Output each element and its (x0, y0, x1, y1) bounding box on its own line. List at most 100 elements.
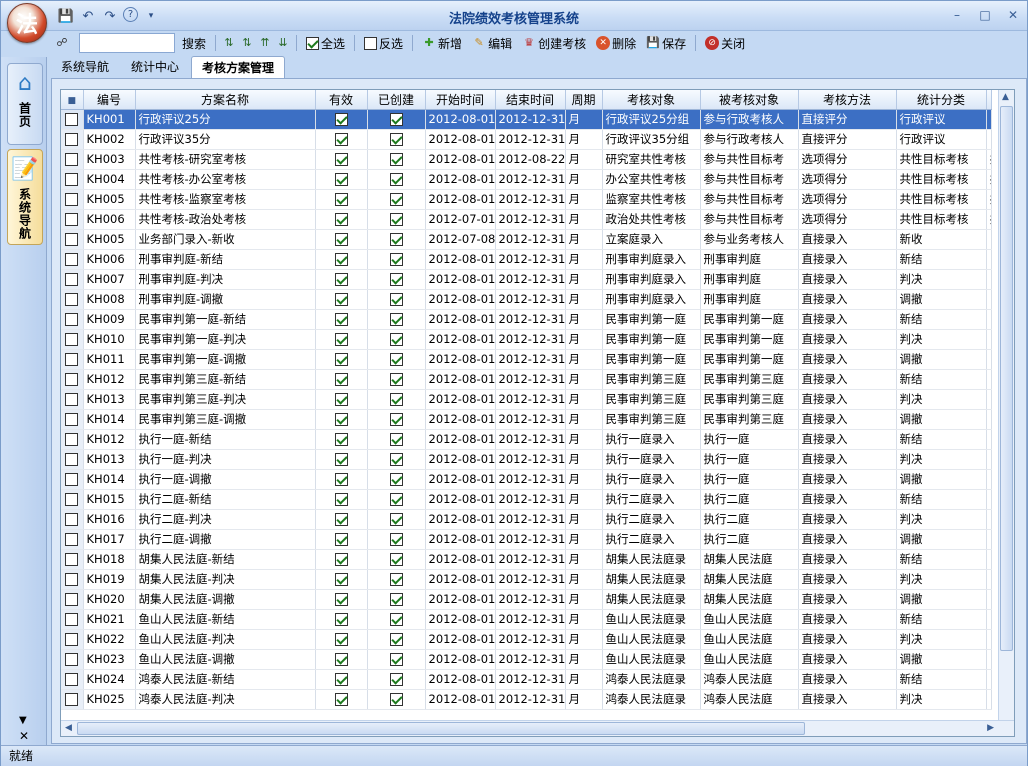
row-select-cell[interactable] (61, 529, 84, 550)
close-icon[interactable]: ✕ (19, 729, 29, 743)
created-checkbox[interactable] (389, 233, 403, 246)
row-select-cell[interactable] (61, 249, 84, 270)
invert-selection-toggle[interactable]: 反选 (361, 33, 406, 53)
valid-checkbox[interactable] (334, 433, 348, 446)
row-select-cell[interactable] (61, 409, 84, 430)
cell-created[interactable] (367, 429, 426, 450)
created-checkbox[interactable] (389, 533, 403, 546)
valid-checkbox[interactable] (334, 493, 348, 506)
cell-valid[interactable] (315, 149, 368, 170)
valid-checkbox[interactable] (334, 113, 348, 126)
created-checkbox[interactable] (389, 553, 403, 566)
column-header[interactable]: 结束时间 (495, 90, 566, 110)
row-select-cell[interactable] (61, 509, 84, 530)
table-row[interactable]: KH021 鱼山人民法庭-新结 2012-08-01 2012-12-31 月鱼山人民法… (61, 609, 992, 630)
invert-checkbox[interactable] (364, 36, 378, 50)
column-header[interactable]: 统计分类 (896, 90, 987, 110)
cell-created[interactable] (367, 669, 426, 690)
column-header[interactable]: 编号 (83, 90, 136, 110)
row-checkbox[interactable] (65, 693, 79, 706)
valid-checkbox[interactable] (334, 653, 348, 666)
cell-created[interactable] (367, 409, 426, 430)
table-row[interactable]: KH025 鸿泰人民法庭-判决 2012-08-01 2012-12-31 月鸿泰人民法… (61, 689, 992, 710)
cell-valid[interactable] (315, 389, 368, 410)
valid-checkbox[interactable] (334, 353, 348, 366)
valid-checkbox[interactable] (334, 633, 348, 646)
search-input[interactable] (79, 33, 175, 53)
cell-valid[interactable] (315, 369, 368, 390)
cell-created[interactable] (367, 629, 426, 650)
cell-valid[interactable] (315, 689, 368, 710)
row-select-cell[interactable] (61, 369, 84, 390)
row-checkbox[interactable] (65, 353, 79, 366)
cell-created[interactable] (367, 389, 426, 410)
row-select-cell[interactable] (61, 649, 84, 670)
cell-valid[interactable] (315, 189, 368, 210)
row-select-cell[interactable] (61, 609, 84, 630)
row-checkbox[interactable] (65, 533, 79, 546)
row-checkbox[interactable] (65, 113, 79, 126)
created-checkbox[interactable] (389, 693, 403, 706)
move-down-icon[interactable]: ⇊ (276, 36, 290, 50)
row-select-cell[interactable] (61, 189, 84, 210)
cell-created[interactable] (367, 649, 426, 670)
cell-valid[interactable] (315, 349, 368, 370)
table-row[interactable]: KH002 行政评议35分 2012-08-01 2012-12-31 月行政评议35分… (61, 129, 992, 150)
tab-system-nav[interactable]: 系统导航 (51, 56, 119, 78)
created-checkbox[interactable] (389, 613, 403, 626)
sort-asc-icon[interactable]: ⇅ (222, 36, 236, 50)
valid-checkbox[interactable] (334, 573, 348, 586)
valid-checkbox[interactable] (334, 473, 348, 486)
row-select-cell[interactable] (61, 329, 84, 350)
save-button[interactable]: 💾 保存 (643, 33, 689, 53)
cell-valid[interactable] (315, 329, 368, 350)
select-all-toggle[interactable]: 全选 (303, 33, 348, 53)
cell-created[interactable] (367, 309, 426, 330)
cell-valid[interactable] (315, 429, 368, 450)
valid-checkbox[interactable] (334, 413, 348, 426)
column-header[interactable]: 方案名称 (135, 90, 316, 110)
table-row[interactable]: KH016 执行二庭-判决 2012-08-01 2012-12-31 月执行二庭录入执… (61, 509, 992, 530)
table-row[interactable]: KH024 鸿泰人民法庭-新结 2012-08-01 2012-12-31 月鸿泰人民法… (61, 669, 992, 690)
cell-created[interactable] (367, 469, 426, 490)
row-checkbox[interactable] (65, 453, 79, 466)
valid-checkbox[interactable] (334, 253, 348, 266)
valid-checkbox[interactable] (334, 233, 348, 246)
row-select-cell[interactable] (61, 489, 84, 510)
row-select-cell[interactable] (61, 389, 84, 410)
table-row[interactable]: KH008 刑事审判庭-调撤 2012-08-01 2012-12-31 月刑事审判庭录… (61, 289, 992, 310)
column-header[interactable]: 考核对象 (602, 90, 701, 110)
valid-checkbox[interactable] (334, 373, 348, 386)
valid-checkbox[interactable] (334, 453, 348, 466)
table-row[interactable]: KH006 共性考核-政治处考核 2012-07-01 2012-12-31 月政治处共… (61, 209, 992, 230)
created-checkbox[interactable] (389, 353, 403, 366)
created-checkbox[interactable] (389, 573, 403, 586)
table-row[interactable]: KH007 刑事审判庭-判决 2012-08-01 2012-12-31 月刑事审判庭录… (61, 269, 992, 290)
created-checkbox[interactable] (389, 193, 403, 206)
table-row[interactable]: KH017 执行二庭-调撤 2012-08-01 2012-12-31 月执行二庭录入执… (61, 529, 992, 550)
row-checkbox[interactable] (65, 213, 79, 226)
cell-created[interactable] (367, 489, 426, 510)
cell-valid[interactable] (315, 409, 368, 430)
cell-valid[interactable] (315, 249, 368, 270)
horizontal-scroll-thumb[interactable] (77, 722, 805, 735)
table-row[interactable]: KH005 业务部门录入-新收 2012-07-08 2012-12-31 月立案庭录入… (61, 229, 992, 250)
row-checkbox[interactable] (65, 273, 79, 286)
row-select-cell[interactable] (61, 629, 84, 650)
close-button[interactable]: ⊘ 关闭 (702, 33, 748, 53)
create-assessment-button[interactable]: ♛ 创建考核 (519, 33, 589, 53)
column-header[interactable]: 有效 (315, 90, 368, 110)
table-row[interactable]: KH011 民事审判第一庭-调撤 2012-08-01 2012-12-31 月民事审判… (61, 349, 992, 370)
row-checkbox[interactable] (65, 173, 79, 186)
cell-valid[interactable] (315, 649, 368, 670)
table-row[interactable]: KH022 鱼山人民法庭-判决 2012-08-01 2012-12-31 月鱼山人民法… (61, 629, 992, 650)
row-select-cell[interactable] (61, 429, 84, 450)
row-checkbox[interactable] (65, 573, 79, 586)
valid-checkbox[interactable] (334, 553, 348, 566)
cell-valid[interactable] (315, 309, 368, 330)
table-row[interactable]: KH014 执行一庭-调撤 2012-08-01 2012-12-31 月执行一庭录入执… (61, 469, 992, 490)
cell-valid[interactable] (315, 269, 368, 290)
row-checkbox[interactable] (65, 673, 79, 686)
tab-statistics[interactable]: 统计中心 (121, 56, 189, 78)
row-select-cell[interactable] (61, 229, 84, 250)
